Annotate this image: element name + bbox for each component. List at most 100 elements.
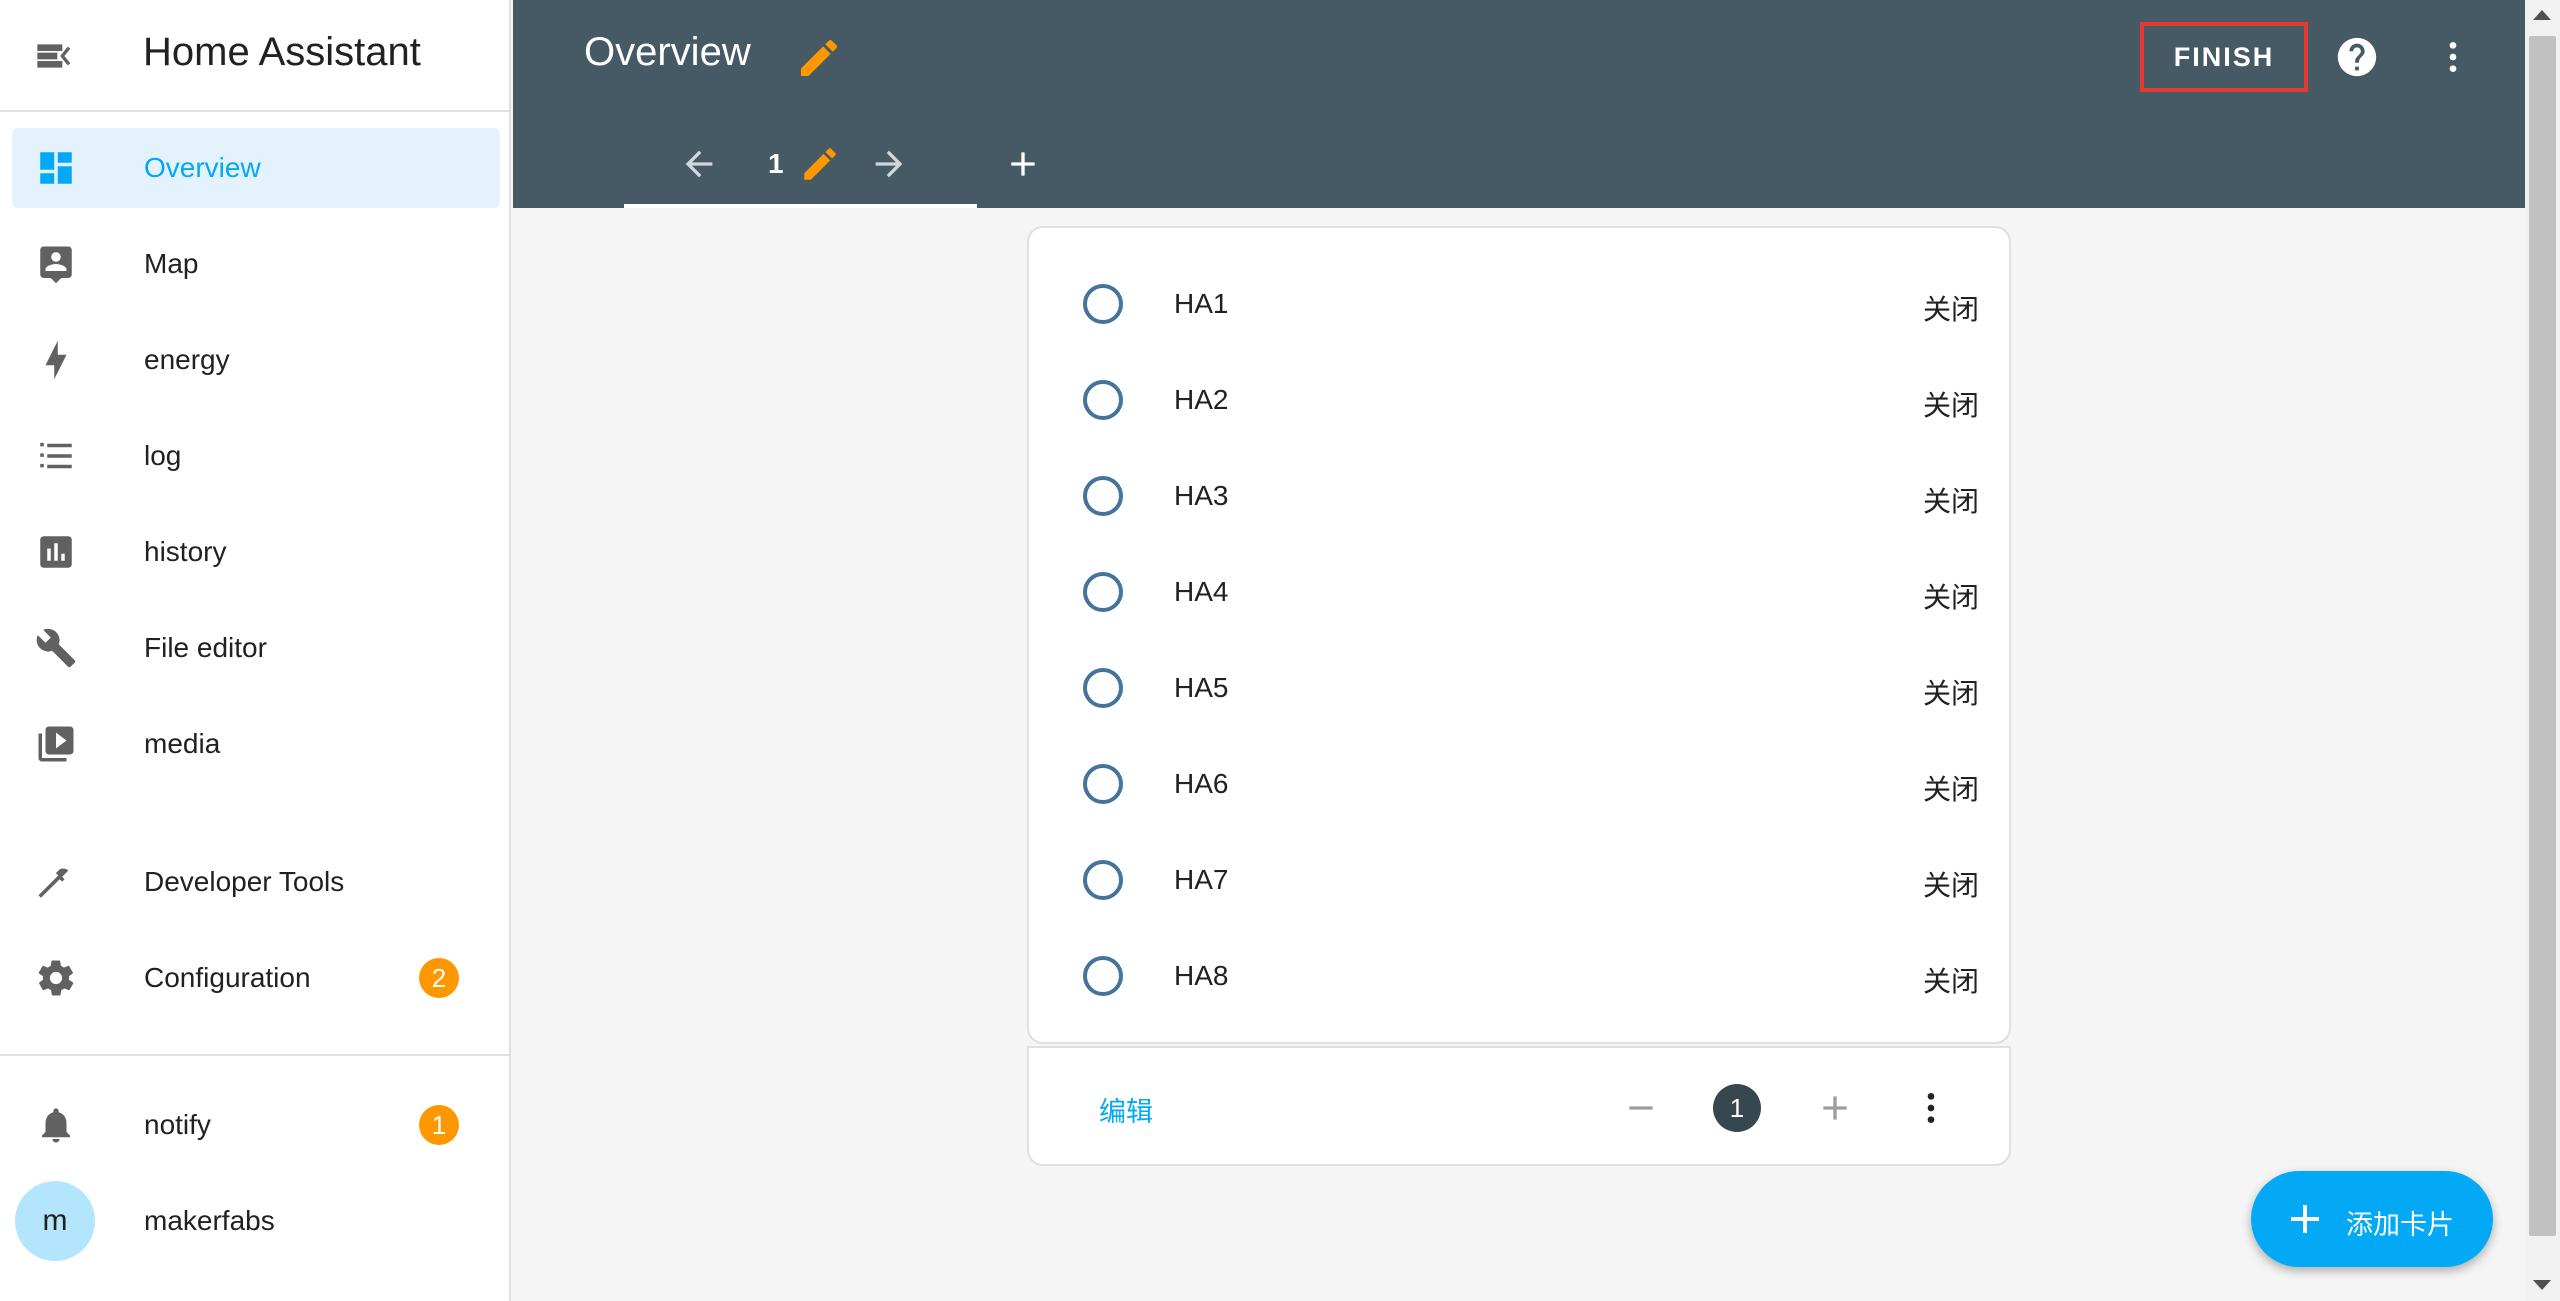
entity-state-icon[interactable] xyxy=(1083,860,1123,900)
configuration-badge: 2 xyxy=(419,958,459,998)
entity-name: HA8 xyxy=(1174,960,1229,991)
menu-collapse-button[interactable] xyxy=(30,32,78,80)
sidebar-item-label: Map xyxy=(144,248,199,279)
play-box-icon xyxy=(32,720,80,768)
entity-name: HA2 xyxy=(1174,384,1229,415)
arrow-right-icon xyxy=(875,150,903,178)
sidebar-item-label: energy xyxy=(144,344,230,375)
gear-icon xyxy=(32,954,80,1002)
add-card-label: 添加卡片 xyxy=(2346,1210,2454,1240)
sidebar: Home Assistant Overview Map energy log h… xyxy=(0,0,511,1301)
sidebar-item-label: log xyxy=(144,440,182,471)
entity-state-icon[interactable] xyxy=(1083,284,1123,324)
entity-state-icon[interactable] xyxy=(1083,380,1123,420)
entity-name: HA7 xyxy=(1174,864,1229,895)
sidebar-item-configuration[interactable]: Configuration 2 xyxy=(12,938,500,1018)
entity-state-icon[interactable] xyxy=(1083,572,1123,612)
sidebar-divider xyxy=(0,1054,511,1056)
list-item: HA8 关闭 xyxy=(1029,926,2009,1022)
sidebar-item-label: history xyxy=(144,536,227,567)
sidebar-title: Home Assistant xyxy=(143,30,421,74)
plus-icon xyxy=(1823,1096,1847,1120)
card-position-badge[interactable]: 1 xyxy=(1713,1084,1761,1132)
page-title: Overview xyxy=(584,30,751,74)
entity-state-icon[interactable] xyxy=(1083,764,1123,804)
more-options-button[interactable] xyxy=(2429,33,2477,81)
sidebar-item-label: Configuration xyxy=(144,962,311,993)
entity-state: 关闭 xyxy=(1922,678,1979,709)
edit-view-button[interactable] xyxy=(796,140,844,188)
entity-name: HA5 xyxy=(1174,672,1229,703)
sidebar-header: Home Assistant xyxy=(0,0,509,112)
sidebar-item-file-editor[interactable]: File editor xyxy=(12,608,500,688)
entity-state-icon[interactable] xyxy=(1083,476,1123,516)
toolbar: Overview FINISH 1 xyxy=(513,0,2525,208)
sidebar-item-media[interactable]: media xyxy=(12,704,500,784)
move-view-left-button[interactable] xyxy=(675,140,723,188)
help-circle-icon xyxy=(2337,37,2377,77)
add-view-button[interactable] xyxy=(999,140,1047,188)
entity-state: 关闭 xyxy=(1922,870,1979,901)
sidebar-item-label: Developer Tools xyxy=(144,866,345,897)
view-number: 1 xyxy=(768,148,784,179)
entity-name: HA4 xyxy=(1174,576,1229,607)
move-card-up-button[interactable] xyxy=(1617,1084,1665,1132)
sidebar-item-label: File editor xyxy=(144,632,267,663)
wrench-icon xyxy=(32,624,80,672)
arrow-left-icon xyxy=(685,150,713,178)
entity-state: 关闭 xyxy=(1922,966,1979,997)
entity-state: 关闭 xyxy=(1922,582,1979,613)
sidebar-item-log[interactable]: log xyxy=(12,416,500,496)
entity-state-icon[interactable] xyxy=(1083,956,1123,996)
entity-name: HA6 xyxy=(1174,768,1229,799)
scrollbar-thumb[interactable] xyxy=(2529,36,2556,1236)
list-item: HA6 关闭 xyxy=(1029,734,2009,830)
list-item: HA1 关闭 xyxy=(1029,254,2009,350)
edit-title-button[interactable] xyxy=(795,34,843,82)
list-item: HA4 关闭 xyxy=(1029,542,2009,638)
list-item: HA3 关闭 xyxy=(1029,446,2009,542)
menu-collapse-icon xyxy=(37,44,71,68)
card-edit-footer: 编辑 1 xyxy=(1027,1046,2011,1166)
pencil-icon xyxy=(804,148,836,180)
sidebar-item-overview[interactable]: Overview xyxy=(12,128,500,208)
dots-vertical-icon xyxy=(2449,42,2457,72)
sidebar-item-map[interactable]: Map xyxy=(12,224,500,304)
entities-card[interactable]: HA1 关闭 HA2 关闭 HA3 关闭 HA4 关闭 HA5 关闭 HA6 关… xyxy=(1027,226,2011,1044)
sidebar-item-developer-tools[interactable]: Developer Tools xyxy=(12,842,500,922)
entity-state: 关闭 xyxy=(1922,294,1979,325)
sidebar-item-notify[interactable]: notify 1 xyxy=(12,1085,500,1165)
entity-name: HA1 xyxy=(1174,288,1229,319)
bell-icon xyxy=(32,1101,80,1149)
add-card-button[interactable]: 添加卡片 xyxy=(2251,1171,2493,1267)
sidebar-item-label: Overview xyxy=(144,152,261,183)
entity-state-icon[interactable] xyxy=(1083,668,1123,708)
pencil-icon xyxy=(801,40,837,76)
tab-view-1[interactable]: 1 xyxy=(624,128,977,208)
help-button[interactable] xyxy=(2333,33,2381,81)
list-icon xyxy=(32,432,80,480)
lightning-icon xyxy=(32,336,80,384)
plus-icon xyxy=(1011,152,1035,176)
entity-name: HA3 xyxy=(1174,480,1229,511)
list-item: HA5 关闭 xyxy=(1029,638,2009,734)
sidebar-item-label: makerfabs xyxy=(144,1205,275,1236)
sidebar-item-label: notify xyxy=(144,1109,211,1140)
entity-state: 关闭 xyxy=(1922,486,1979,517)
account-box-icon xyxy=(32,240,80,288)
edit-card-button[interactable]: 编辑 xyxy=(1099,1090,1153,1129)
sidebar-item-label: media xyxy=(144,728,221,759)
list-item: HA7 关闭 xyxy=(1029,830,2009,926)
avatar: m xyxy=(15,1181,95,1261)
scroll-up-arrow-icon[interactable] xyxy=(2533,10,2551,20)
scroll-down-arrow-icon[interactable] xyxy=(2533,1280,2551,1290)
sidebar-item-energy[interactable]: energy xyxy=(12,320,500,400)
chart-box-icon xyxy=(32,528,80,576)
card-options-button[interactable] xyxy=(1907,1084,1955,1132)
move-card-down-button[interactable] xyxy=(1811,1084,1859,1132)
finish-button[interactable]: FINISH xyxy=(2140,22,2308,92)
move-view-right-button[interactable] xyxy=(865,140,913,188)
sidebar-item-user[interactable]: m makerfabs xyxy=(12,1181,500,1261)
sidebar-item-history[interactable]: history xyxy=(12,512,500,592)
scrollbar[interactable] xyxy=(2525,0,2560,1301)
